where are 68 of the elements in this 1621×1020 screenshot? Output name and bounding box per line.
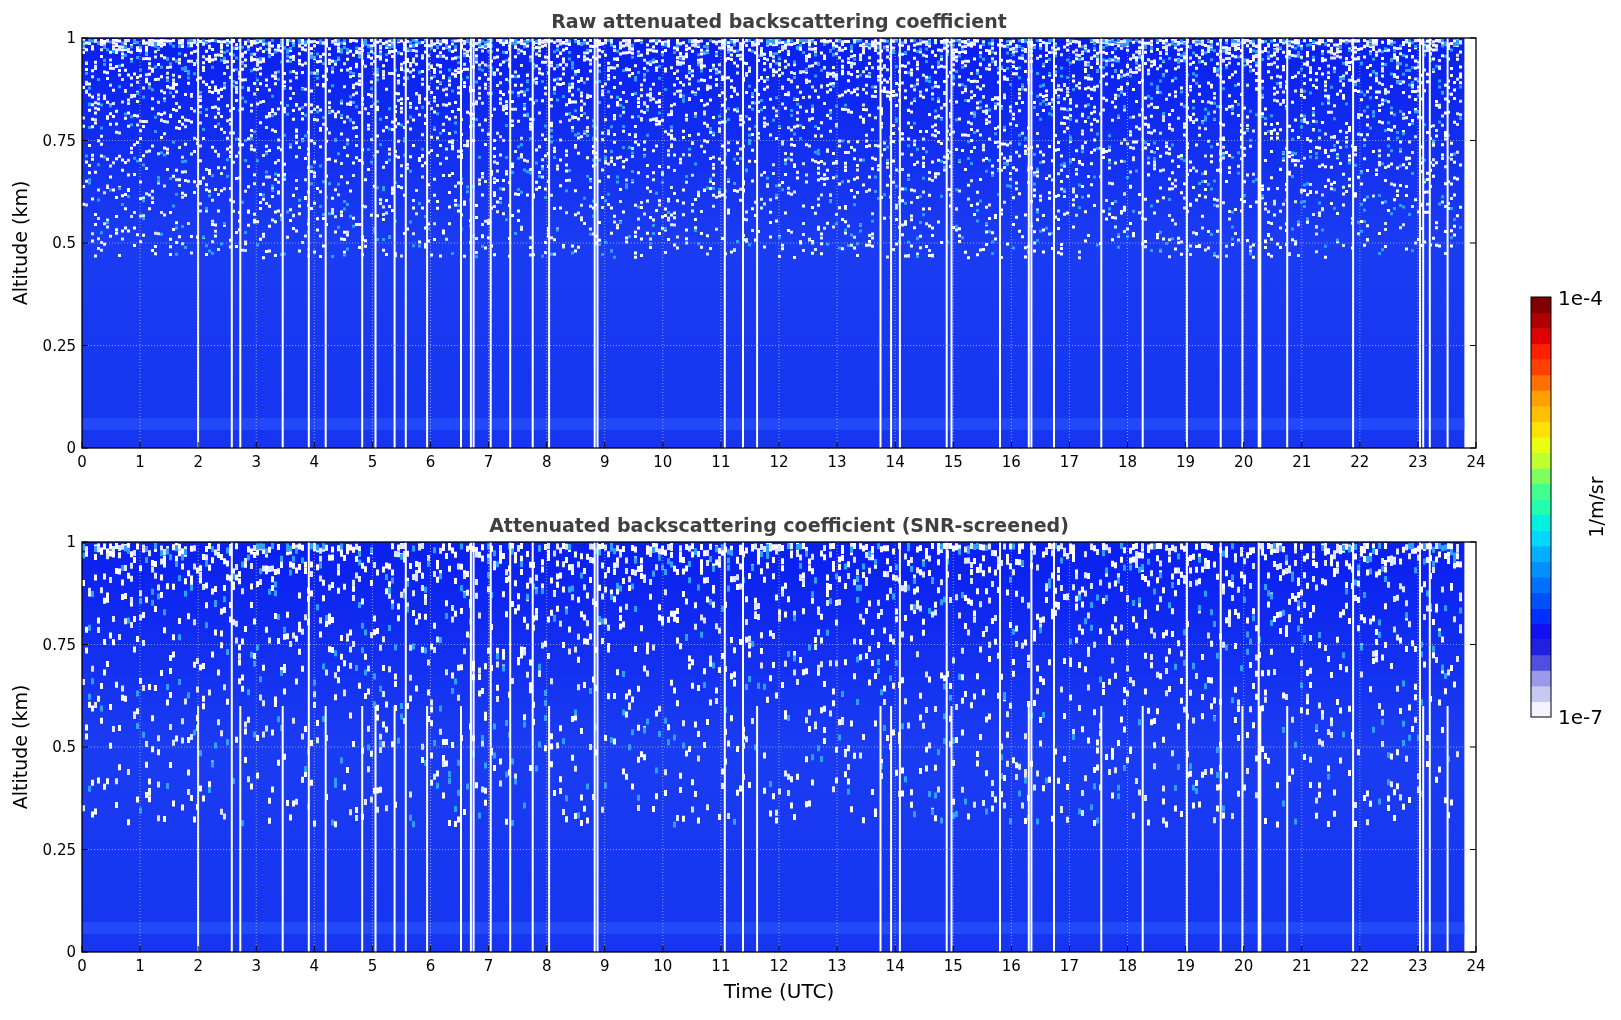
- x-tick-label: 21: [1292, 453, 1312, 471]
- y-tick-label: 0: [66, 943, 76, 961]
- x-tick-label: 19: [1176, 453, 1196, 471]
- x-tick-label: 7: [483, 957, 494, 975]
- colorbar-max-label: 1e-4: [1558, 286, 1603, 310]
- y-tick-label: 0.75: [42, 635, 76, 654]
- x-axis-label: Time (UTC): [723, 979, 835, 1003]
- x-tick-label: 11: [711, 453, 731, 471]
- x-tick-label: 9: [600, 453, 610, 471]
- panel-title: Raw attenuated backscattering coefficient: [551, 10, 1007, 32]
- x-tick-label: 6: [425, 957, 436, 975]
- x-tick-label: 15: [943, 957, 963, 975]
- x-tick-label: 5: [367, 957, 378, 975]
- x-tick-label: 17: [1059, 957, 1079, 975]
- x-tick-label: 22: [1350, 453, 1370, 471]
- x-tick-label: 18: [1117, 957, 1138, 975]
- x-tick-label: 10: [653, 957, 673, 975]
- x-tick-label: 5: [367, 453, 378, 471]
- y-tick-label: 1: [66, 29, 76, 47]
- x-tick-label: 3: [251, 453, 261, 471]
- y-tick-label: 0.75: [42, 131, 76, 150]
- x-tick-label: 14: [885, 453, 905, 471]
- x-tick-label: 2: [193, 453, 203, 471]
- x-tick-label: 15: [943, 453, 963, 471]
- panel-title: Attenuated backscattering coefficient (SNR-screened): [489, 514, 1069, 536]
- x-tick-label: 23: [1408, 957, 1428, 975]
- x-tick-label: 19: [1176, 957, 1196, 975]
- x-tick-label: 18: [1117, 453, 1138, 471]
- x-tick-label: 20: [1234, 957, 1254, 975]
- colorbar-unit-label: 1/m/sr: [1585, 476, 1607, 538]
- y-axis-label: Altitude (km): [9, 684, 31, 810]
- x-tick-label: 12: [769, 453, 789, 471]
- y-tick-label: 0.25: [42, 336, 76, 355]
- y-axis-label: Altitude (km): [9, 180, 31, 306]
- y-tick-label: 1: [66, 533, 76, 551]
- x-tick-label: 12: [769, 957, 789, 975]
- y-tick-label: 0.25: [42, 840, 76, 859]
- y-tick-label: 0: [66, 439, 76, 457]
- x-tick-label: 24: [1466, 957, 1486, 975]
- x-tick-label: 17: [1059, 453, 1079, 471]
- x-tick-label: 6: [425, 453, 436, 471]
- x-tick-label: 21: [1292, 957, 1312, 975]
- y-tick-label: 0.5: [52, 234, 76, 252]
- x-tick-label: 22: [1350, 957, 1370, 975]
- x-tick-label: 0: [77, 957, 87, 975]
- x-tick-label: 16: [1001, 453, 1021, 471]
- x-tick-label: 0: [77, 453, 87, 471]
- x-tick-label: 11: [711, 957, 731, 975]
- x-tick-label: 24: [1466, 453, 1486, 471]
- x-tick-label: 16: [1001, 957, 1021, 975]
- x-tick-label: 10: [653, 453, 673, 471]
- y-tick-label: 0.5: [52, 738, 76, 756]
- x-tick-label: 8: [541, 957, 552, 975]
- x-tick-label: 3: [251, 957, 261, 975]
- x-tick-label: 1: [135, 957, 145, 975]
- x-tick-label: 13: [827, 453, 847, 471]
- x-tick-label: 9: [600, 957, 610, 975]
- x-tick-label: 1: [135, 453, 145, 471]
- x-tick-label: 4: [309, 957, 320, 975]
- x-tick-label: 23: [1408, 453, 1428, 471]
- x-tick-label: 13: [827, 957, 847, 975]
- colorbar-min-label: 1e-7: [1558, 705, 1603, 729]
- x-tick-label: 2: [193, 957, 203, 975]
- x-tick-label: 8: [541, 453, 552, 471]
- x-tick-label: 14: [885, 957, 905, 975]
- x-tick-label: 7: [483, 453, 494, 471]
- x-tick-label: 20: [1234, 453, 1254, 471]
- x-tick-label: 4: [309, 453, 320, 471]
